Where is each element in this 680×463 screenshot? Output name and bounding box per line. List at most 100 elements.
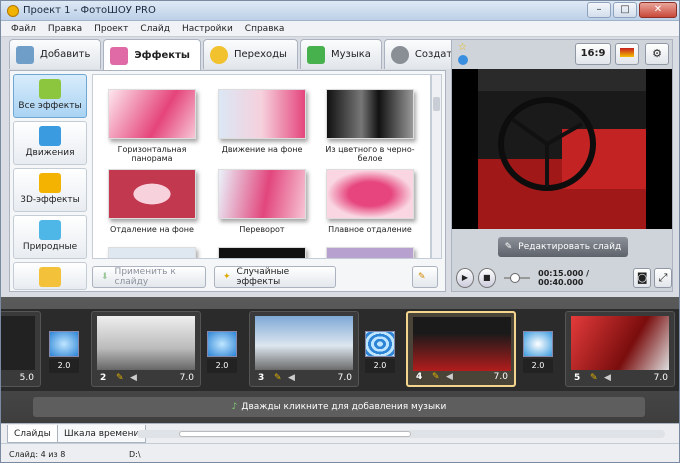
menu-project[interactable]: Проект [94,24,128,34]
category-all-effects[interactable]: Все эффекты [13,74,87,118]
fullscreen-preview-button[interactable] [615,43,639,65]
slide-thumbnail[interactable]: 3 ✎ ◀ 7.0 [249,311,359,387]
pencil-icon[interactable]: ✎ [432,372,440,382]
pencil-icon: ✎ [504,242,513,252]
paintbrush-icon [110,46,129,65]
settings-button[interactable]: ⚙ [645,43,669,65]
slide-counter: Слайд: 4 из 8 [9,449,66,459]
transition-item[interactable]: 2.0 [49,331,81,375]
slide-thumbnail[interactable]: 5.0 [1,311,41,387]
category-list: Все эффекты Движения 3D-эффекты Природны… [13,74,91,293]
effect-item[interactable]: Переворот [207,169,317,234]
brush-settings-button[interactable]: ✎ [412,266,438,288]
category-3d[interactable]: 3D-эффекты [13,168,87,212]
music-note-icon [306,45,325,64]
disc-icon [390,45,409,64]
app-icon [7,4,19,17]
effect-item[interactable] [315,247,425,258]
transition-icon [523,331,553,357]
fullscreen-icon: ⤢ [658,271,668,284]
music-note-icon: ♪ [231,402,238,412]
tab-slides[interactable]: Слайды [7,425,58,443]
menu-file[interactable]: Файл [11,24,36,34]
effect-item[interactable]: Плавное отдаление [315,169,425,234]
app-window: Проект 1 - ФотоШОУ PRO – □ ✕ Файл Правка… [0,0,680,463]
star-icon[interactable]: ☆ [458,42,467,53]
transition-item[interactable]: 2.0 [207,331,239,375]
slide-thumbnail[interactable]: 5 ✎ ◀ 7.0 [565,311,675,387]
effects-actions: ⬇ Применить к слайду ✦ Случайные эффекты ✎ [92,263,444,289]
gear-icon: ⚙ [652,47,662,60]
tab-effects[interactable]: Эффекты [103,39,201,71]
magic-wand-icon: ✦ [223,272,231,282]
globe-icon[interactable] [458,55,468,65]
fullscreen-button[interactable]: ⤢ [654,268,673,288]
menu-edit[interactable]: Правка [48,24,82,34]
tab-add[interactable]: Добавить [9,39,102,69]
pencil-icon[interactable]: ✎ [116,373,124,383]
slide-thumbnail[interactable]: 2 ✎ ◀ 7.0 [91,311,201,387]
volume-icon[interactable]: ◀ [288,373,295,383]
transition-item[interactable]: 2.0 [523,331,555,375]
effect-item[interactable]: Из цветного в черно-белое [315,89,425,163]
pencil-icon[interactable]: ✎ [274,373,282,383]
category-nature[interactable]: Природные [13,215,87,259]
menu-slide[interactable]: Слайд [140,24,170,34]
transition-icon [365,331,395,357]
slide-timeline: ‹ › 5.0 2.0 2✎◀7.0 2.0 3✎◀7.0 2.0 4✎◀7.0… [1,297,679,423]
volume-slider[interactable] [503,273,531,283]
aspect-ratio-button[interactable]: 16:9 [575,43,611,65]
preview-screen [452,69,672,229]
effect-thumbnail [326,169,414,219]
effect-thumbnail [218,89,306,139]
timeline-scrollbar[interactable] [137,430,665,438]
slide-image [1,316,35,370]
effect-thumbnail [108,247,196,258]
volume-knob[interactable] [509,273,520,283]
transition-item[interactable]: 2.0 [365,331,397,375]
effect-thumbnail [326,89,414,139]
effect-item[interactable]: Отдаление на фоне [97,169,207,234]
effects-scrollbar[interactable] [431,74,442,259]
effect-item[interactable] [207,247,317,258]
project-path: D:\ [129,449,141,459]
category-motion[interactable]: Движения [13,121,87,165]
view-tabs: Слайды Шкала времени [1,423,679,443]
menu-help[interactable]: Справка [245,24,285,34]
stop-button[interactable]: ■ [477,268,496,288]
play-button[interactable]: ▶ [456,268,474,288]
effect-item[interactable]: Горизонтальная панорама [97,89,207,163]
menu-settings[interactable]: Настройки [182,24,233,34]
title-bar: Проект 1 - ФотоШОУ PRO – □ ✕ [1,1,679,21]
status-bar: Слайд: 4 из 8 D:\ [1,443,679,462]
slide-thumbnail-selected[interactable]: 4 ✎ ◀ 7.0 [406,311,516,387]
edit-slide-button[interactable]: ✎ Редактировать слайд [498,237,628,257]
music-track[interactable]: ♪ Дважды кликните для добавления музыки [33,397,645,417]
scroll-thumb[interactable] [179,431,411,437]
main-tabs: Добавить Эффекты Переходы Музыка Создать [9,39,470,71]
tab-transitions[interactable]: Переходы [202,39,298,69]
category-more[interactable] [13,262,87,290]
effects-panel: Все эффекты Движения 3D-эффекты Природны… [9,70,446,292]
volume-icon[interactable]: ◀ [446,372,453,382]
snapshot-button[interactable]: ◙ [633,268,652,288]
camera-icon: ◙ [636,271,648,284]
minimize-button[interactable]: – [587,2,611,18]
maximize-button[interactable]: □ [613,2,637,18]
pencil-icon[interactable]: ✎ [590,373,598,383]
apply-to-slide-button[interactable]: ⬇ Применить к слайду [92,266,206,288]
puzzle-icon [39,79,61,99]
scroll-thumb[interactable] [433,97,440,111]
effect-item[interactable] [97,247,207,258]
effect-thumbnail [108,89,196,139]
preview-image [478,69,646,229]
effect-item[interactable]: Движение на фоне [207,89,317,154]
volume-icon[interactable]: ◀ [604,373,611,383]
close-button[interactable]: ✕ [639,2,677,18]
time-readout: 00:15.000 / 00:40.000 [538,269,590,287]
random-effects-button[interactable]: ✦ Случайные эффекты [214,266,336,288]
tab-timeline[interactable]: Шкала времени [57,425,147,443]
tab-music[interactable]: Музыка [299,39,382,69]
volume-icon[interactable]: ◀ [130,373,137,383]
brush-icon: ✎ [418,272,426,282]
